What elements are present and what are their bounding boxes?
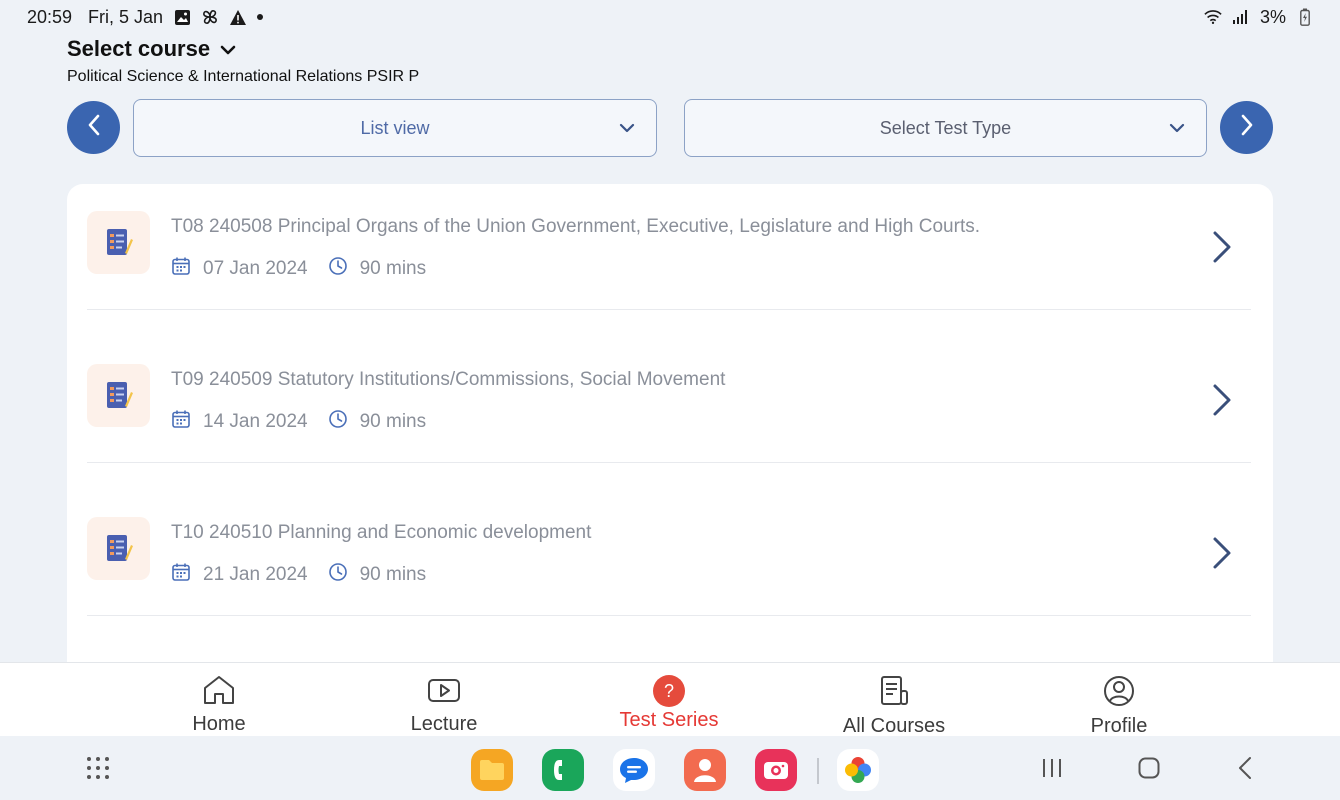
test-date: 14 Jan 2024 xyxy=(203,411,308,432)
test-item[interactable]: T08 240508 Principal Organs of the Union… xyxy=(87,184,1251,310)
test-duration: 90 mins xyxy=(359,564,427,585)
battery-icon xyxy=(1296,8,1314,26)
app-drawer-icon[interactable] xyxy=(86,756,110,785)
chevron-left-icon xyxy=(87,114,101,141)
tab-home-label: Home xyxy=(192,713,246,735)
profile-icon xyxy=(1102,675,1136,713)
tab-lecture-label: Lecture xyxy=(410,713,478,735)
test-title: T08 240508 Principal Organs of the Union… xyxy=(171,216,981,237)
test-title: T10 240510 Planning and Economic develop… xyxy=(171,522,592,543)
dot-icon xyxy=(257,14,264,20)
view-mode-label: List view xyxy=(360,117,430,138)
warning-icon xyxy=(229,8,247,26)
course-select-dropdown[interactable]: Select course xyxy=(67,36,236,62)
recent-apps-icon[interactable] xyxy=(1040,756,1064,785)
pinwheel-icon xyxy=(201,8,219,26)
chevron-right-icon[interactable] xyxy=(1211,536,1233,575)
photos-app-icon[interactable] xyxy=(837,749,879,791)
test-document-icon xyxy=(87,211,150,274)
bottom-navigation: Home Lecture ? Test Series All Courses P… xyxy=(0,662,1340,737)
calendar-icon xyxy=(171,256,191,282)
signal-icon xyxy=(1232,8,1250,26)
battery-percent: 3% xyxy=(1259,6,1286,27)
chevron-down-icon xyxy=(1168,119,1186,142)
test-document-icon xyxy=(87,364,150,427)
test-document-icon xyxy=(87,517,150,580)
chevron-down-icon xyxy=(618,119,636,142)
system-taskbar xyxy=(0,736,1340,800)
camera-app-icon[interactable] xyxy=(755,749,797,791)
tab-test-series-label: Test Series xyxy=(619,709,719,731)
phone-app-icon[interactable] xyxy=(542,749,584,791)
calendar-icon xyxy=(171,409,191,435)
test-title: T09 240509 Statutory Institutions/Commis… xyxy=(171,369,726,390)
home-icon xyxy=(202,675,236,711)
chevron-down-icon xyxy=(220,36,236,62)
tab-profile[interactable]: Profile xyxy=(1019,663,1219,737)
messages-app-icon[interactable] xyxy=(613,749,655,791)
files-app-icon[interactable] xyxy=(471,749,513,791)
clock-icon xyxy=(328,256,348,282)
previous-button[interactable] xyxy=(67,101,120,154)
course-select-label: Select course xyxy=(67,36,211,61)
status-bar: 20:59 Fri, 5 Jan 3% xyxy=(0,0,1340,34)
wifi-icon xyxy=(1204,8,1222,26)
test-type-label: Select Test Type xyxy=(879,117,1012,138)
contacts-app-icon[interactable] xyxy=(684,749,726,791)
tab-lecture[interactable]: Lecture xyxy=(344,663,544,737)
test-list: T08 240508 Principal Organs of the Union… xyxy=(67,184,1273,684)
tab-all-courses-label: All Courses xyxy=(842,715,946,737)
gallery-icon xyxy=(173,8,191,26)
clock-icon xyxy=(328,562,348,588)
tab-all-courses[interactable]: All Courses xyxy=(794,663,994,737)
test-meta: 07 Jan 2024 90 mins xyxy=(171,256,426,282)
status-date: Fri, 5 Jan xyxy=(88,6,164,27)
test-date: 21 Jan 2024 xyxy=(203,564,308,585)
taskbar-divider xyxy=(817,758,819,784)
question-icon: ? xyxy=(653,675,685,707)
tab-home[interactable]: Home xyxy=(119,663,319,737)
course-name: Political Science & International Relati… xyxy=(67,68,420,85)
chevron-right-icon[interactable] xyxy=(1211,230,1233,269)
back-nav-icon[interactable] xyxy=(1234,756,1258,785)
test-duration: 90 mins xyxy=(359,258,427,279)
tab-test-series[interactable]: ? Test Series xyxy=(569,663,769,737)
test-item[interactable]: T09 240509 Statutory Institutions/Commis… xyxy=(87,337,1251,463)
clock: 20:59 xyxy=(27,6,73,27)
calendar-icon xyxy=(171,562,191,588)
test-meta: 14 Jan 2024 90 mins xyxy=(171,409,426,435)
view-mode-dropdown[interactable]: List view xyxy=(133,99,657,157)
test-item[interactable]: T10 240510 Planning and Economic develop… xyxy=(87,490,1251,616)
play-video-icon xyxy=(427,675,461,711)
clock-icon xyxy=(328,409,348,435)
chevron-right-icon[interactable] xyxy=(1211,383,1233,422)
test-duration: 90 mins xyxy=(359,411,427,432)
tab-profile-label: Profile xyxy=(1090,715,1148,737)
test-date: 07 Jan 2024 xyxy=(203,258,308,279)
test-meta: 21 Jan 2024 90 mins xyxy=(171,562,426,588)
chevron-right-icon xyxy=(1240,114,1254,141)
next-button[interactable] xyxy=(1220,101,1273,154)
home-nav-icon[interactable] xyxy=(1137,756,1161,785)
courses-icon xyxy=(877,675,911,713)
test-type-dropdown[interactable]: Select Test Type xyxy=(684,99,1207,157)
